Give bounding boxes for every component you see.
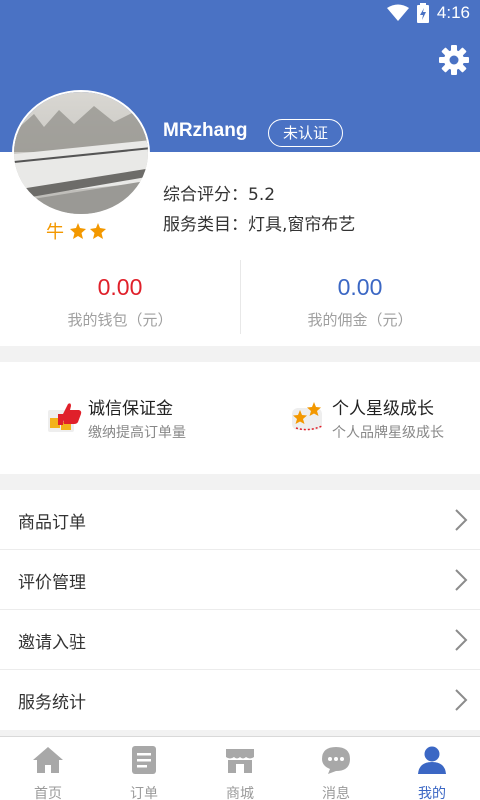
service-label: 服务类目： — [163, 215, 248, 235]
menu-item-service-stats[interactable]: 服务统计 — [0, 670, 480, 730]
username: MRzhang — [163, 120, 248, 141]
tab-profile[interactable]: 我的 — [384, 737, 480, 800]
chevron-right-icon — [455, 569, 468, 591]
level-indicator: 牛 — [46, 218, 106, 244]
promo-panel: 诚信保证金 缴纳提高订单量 个人星级成长 个人品牌星级成长 — [0, 362, 480, 474]
rating-value: 5.2 — [248, 185, 276, 205]
bottom-tab-bar: 首页 订单 商城 消息 我的 — [0, 736, 480, 800]
battery-charging-icon — [416, 3, 429, 23]
chevron-right-icon — [455, 629, 468, 651]
menu-item-label: 商品订单 — [18, 513, 86, 533]
chevron-right-icon — [455, 509, 468, 531]
tab-orders[interactable]: 订单 — [96, 737, 192, 800]
wallet-label: 我的钱包（元） — [67, 311, 173, 329]
level-stars — [70, 223, 106, 239]
tab-label: 首页 — [34, 786, 62, 800]
star-icon — [90, 223, 106, 239]
order-icon — [132, 746, 156, 774]
tab-label: 商城 — [226, 786, 254, 800]
menu-item-review-management[interactable]: 评价管理 — [0, 550, 480, 610]
thumbs-up-icon — [48, 403, 82, 432]
star-growth-icon — [292, 402, 323, 431]
tab-messages[interactable]: 消息 — [288, 737, 384, 800]
avatar-photo — [14, 92, 148, 214]
tab-label: 消息 — [322, 786, 350, 800]
tab-label: 订单 — [130, 786, 158, 800]
star-icon — [70, 223, 86, 239]
menu-item-label: 评价管理 — [18, 573, 86, 593]
menu-list: 商品订单 评价管理 邀请入驻 服务统计 — [0, 490, 480, 730]
service-line: 服务类目：灯具,窗帘布艺 — [163, 210, 355, 235]
message-icon — [322, 747, 350, 774]
profile-icon — [418, 746, 446, 774]
avatar[interactable] — [12, 90, 150, 216]
rating-line: 综合评分：5.2 — [163, 180, 275, 205]
promo-star-growth[interactable]: 个人星级成长 个人品牌星级成长 — [290, 392, 470, 448]
status-time: 4:16 — [436, 3, 470, 22]
service-value: 灯具,窗帘布艺 — [248, 215, 356, 235]
menu-item-invite-join[interactable]: 邀请入驻 — [0, 610, 480, 670]
promo-deposit[interactable]: 诚信保证金 缴纳提高订单量 — [46, 392, 236, 448]
level-label: 牛 — [46, 222, 64, 243]
menu-item-label: 服务统计 — [18, 693, 86, 713]
promo-star-title: 个人星级成长 — [332, 399, 434, 419]
commission-stat[interactable]: 0.00 我的佣金（元） — [240, 274, 480, 330]
tab-label: 我的 — [418, 786, 446, 800]
wifi-icon — [386, 4, 409, 21]
promo-deposit-subtitle: 缴纳提高订单量 — [88, 425, 186, 441]
verification-badge[interactable]: 未认证 — [268, 119, 344, 147]
status-bar: 4:16 — [0, 0, 480, 26]
rating-label: 综合评分： — [163, 185, 248, 205]
commission-value: 0.00 — [337, 274, 383, 300]
commission-label: 我的佣金（元） — [307, 311, 413, 329]
wallet-stat[interactable]: 0.00 我的钱包（元） — [0, 274, 240, 330]
promo-star-subtitle: 个人品牌星级成长 — [332, 425, 444, 441]
wallet-value: 0.00 — [97, 274, 143, 300]
store-icon — [226, 749, 254, 773]
menu-item-product-orders[interactable]: 商品订单 — [0, 490, 480, 550]
settings-gear-icon[interactable] — [438, 44, 470, 76]
promo-deposit-title: 诚信保证金 — [88, 399, 173, 419]
menu-item-label: 邀请入驻 — [18, 633, 86, 653]
chevron-right-icon — [455, 689, 468, 711]
tab-store[interactable]: 商城 — [192, 737, 288, 800]
stats-panel: 0.00 我的钱包（元） 0.00 我的佣金（元） — [0, 250, 480, 346]
home-icon — [33, 747, 63, 773]
tab-home[interactable]: 首页 — [0, 737, 96, 800]
